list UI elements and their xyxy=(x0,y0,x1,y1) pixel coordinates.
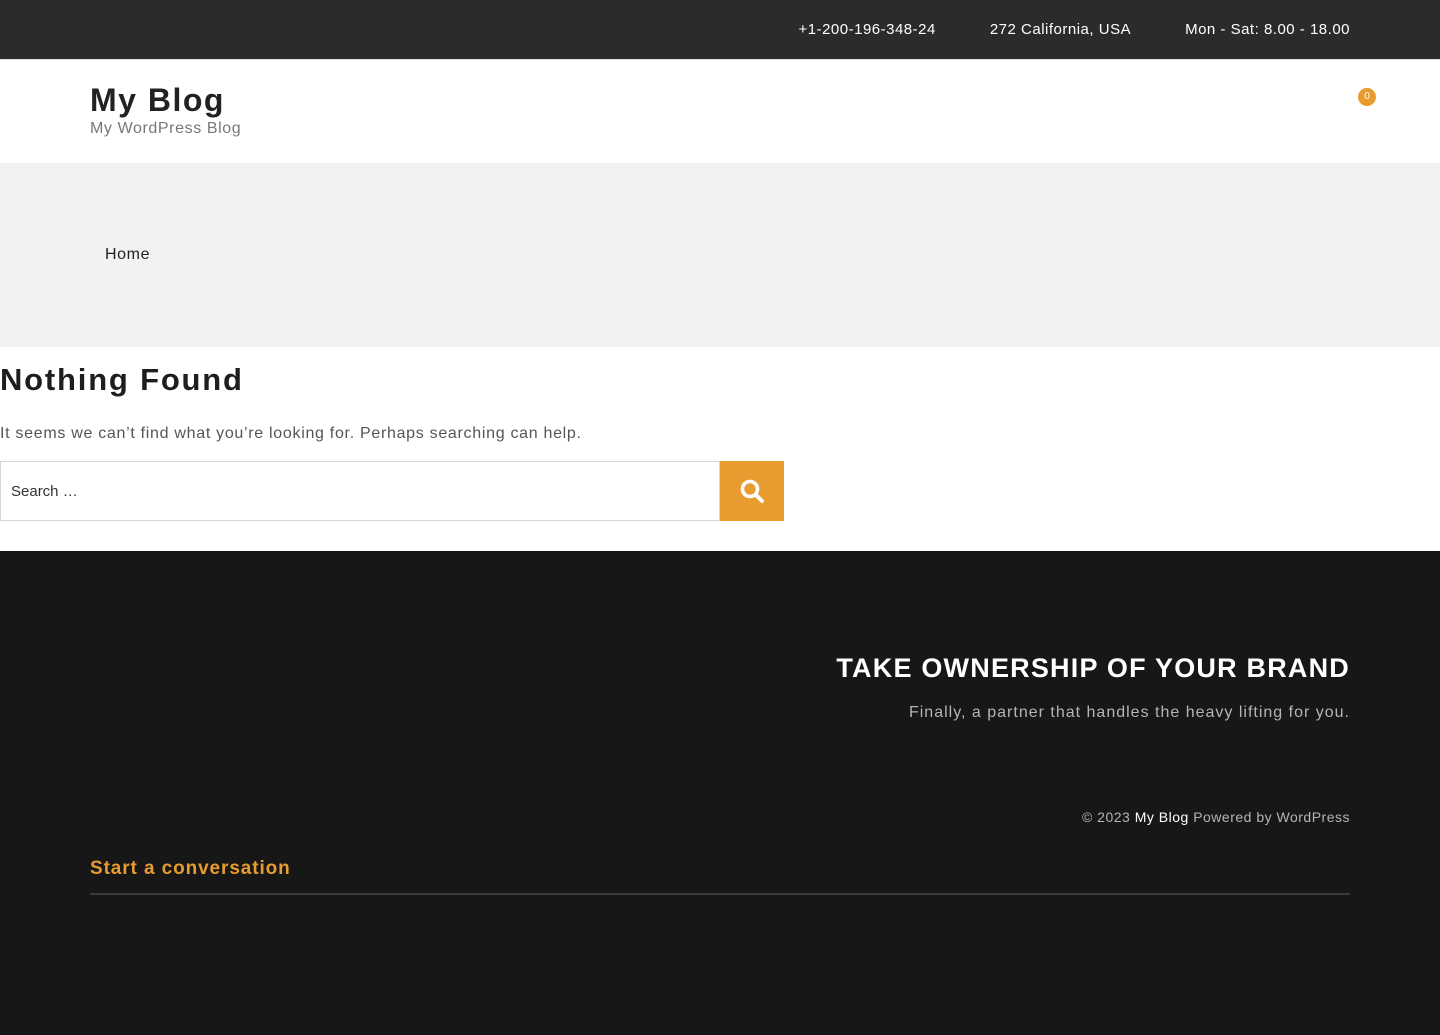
social-icon-4[interactable] xyxy=(252,22,268,38)
breadcrumb-home[interactable]: Home xyxy=(105,246,150,264)
social-icon-3[interactable] xyxy=(203,22,219,38)
hours-text: Mon - Sat: 8.00 - 18.00 xyxy=(1185,21,1350,38)
page-title: Nothing Found xyxy=(0,362,244,397)
footer-divider xyxy=(90,893,1350,895)
social-links xyxy=(106,0,398,59)
phone-text: +1-200-196-348-24 xyxy=(798,21,936,38)
social-icon-5[interactable] xyxy=(300,22,316,38)
powered-by-text[interactable]: Powered by WordPress xyxy=(1193,809,1350,825)
not-found-message: It seems we can’t find what you’re looki… xyxy=(0,425,582,442)
address-text: 272 California, USA xyxy=(989,21,1132,38)
footer-copyright: © 2023 My Blog Powered by WordPress xyxy=(1082,809,1350,825)
social-icon-6[interactable] xyxy=(349,22,365,38)
footer-heading: TAKE OWNERSHIP OF YOUR BRAND xyxy=(836,653,1350,683)
search-submit-button[interactable] xyxy=(720,461,784,521)
site-title[interactable]: My Blog xyxy=(90,82,241,118)
magnifier-icon xyxy=(740,479,764,503)
site-header: My Blog My WordPress Blog 0 xyxy=(0,59,1440,163)
contact-phone[interactable]: +1-200-196-348-24 xyxy=(788,21,935,38)
search-form xyxy=(0,461,784,521)
copyright-year: © 2023 xyxy=(1081,809,1131,825)
social-icon-1[interactable] xyxy=(106,22,122,38)
top-bar: +1-200-196-348-24 272 California, USA Mo… xyxy=(0,0,1440,59)
cart-count-badge: 0 xyxy=(1358,88,1376,106)
search-input[interactable] xyxy=(0,461,720,521)
site-branding: My Blog My WordPress Blog xyxy=(90,82,241,138)
page-header-band: Home xyxy=(0,163,1440,347)
site-tagline: My WordPress Blog xyxy=(90,120,242,137)
site-footer: TAKE OWNERSHIP OF YOUR BRAND Finally, a … xyxy=(0,551,1440,1035)
contact-hours: Mon - Sat: 8.00 - 18.00 xyxy=(1175,21,1350,38)
footer-site-link[interactable]: My Blog xyxy=(1135,809,1189,825)
social-icon-2[interactable] xyxy=(155,22,171,38)
contact-address: 272 California, USA xyxy=(980,21,1131,38)
footer-subheading: Finally, a partner that handles the heav… xyxy=(908,704,1350,721)
start-conversation-link[interactable]: Start a conversation xyxy=(90,858,291,880)
contact-info: +1-200-196-348-24 272 California, USA Mo… xyxy=(744,0,1350,59)
